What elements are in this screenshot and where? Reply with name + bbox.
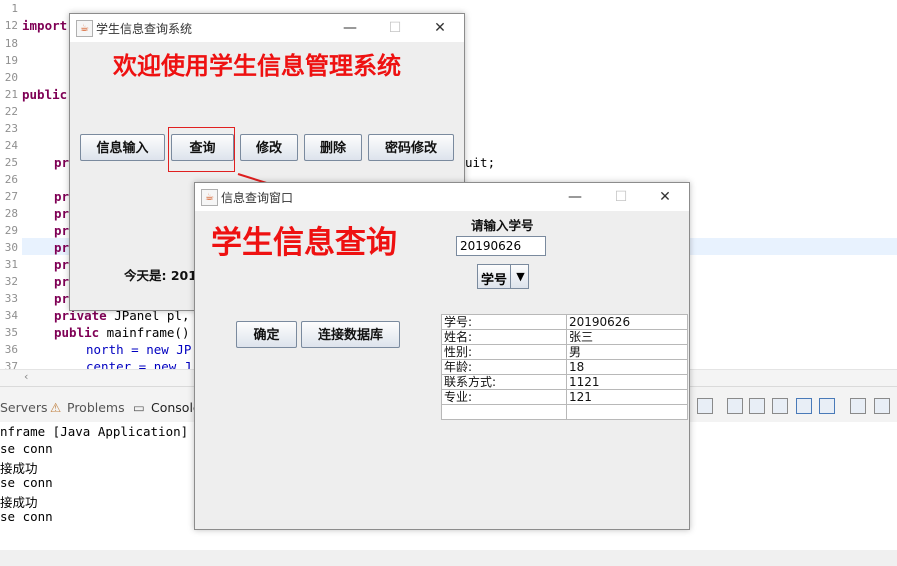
line-number: 30 bbox=[4, 241, 18, 254]
java-icon: ☕ bbox=[76, 20, 93, 37]
info-input-button[interactable]: 信息输入 bbox=[80, 134, 165, 161]
word-wrap-icon[interactable] bbox=[772, 398, 788, 414]
main-window-titlebar[interactable]: ☕ 学生信息查询系统 — ☐ ✕ bbox=[70, 14, 464, 42]
console-line: se conn bbox=[0, 475, 53, 490]
table-cell: 张三 bbox=[566, 329, 688, 345]
table-cell: 18 bbox=[566, 359, 688, 375]
query-window-title: 信息查询窗口 bbox=[221, 191, 294, 205]
show-on-stdout-icon[interactable] bbox=[796, 398, 812, 414]
java-icon: ☕ bbox=[201, 189, 218, 206]
table-cell: 121 bbox=[566, 389, 688, 405]
query-window-titlebar[interactable]: ☕ 信息查询窗口 — ☐ ✕ bbox=[195, 183, 689, 211]
table-cell: 男 bbox=[566, 344, 688, 360]
line-number: 28 bbox=[4, 207, 18, 220]
display-console-icon[interactable] bbox=[874, 398, 890, 414]
maximize-button[interactable]: ☐ bbox=[381, 18, 409, 38]
table-row: 学号: 20190626 bbox=[441, 314, 688, 330]
maximize-button[interactable]: ☐ bbox=[607, 187, 635, 207]
line-number: 19 bbox=[4, 54, 18, 67]
pin-console-icon[interactable] bbox=[850, 398, 866, 414]
console-icon: ▭ bbox=[133, 400, 145, 415]
console-line: se conn bbox=[0, 441, 53, 456]
line-number: 18 bbox=[4, 37, 18, 50]
line-number: 12 bbox=[4, 19, 18, 32]
line-number: 22 bbox=[4, 105, 18, 118]
student-id-prompt: 请输入学号 bbox=[471, 218, 534, 233]
line-number: 23 bbox=[4, 122, 18, 135]
table-cell: 学号: bbox=[441, 314, 567, 330]
console-line: se conn bbox=[0, 509, 53, 524]
table-cell: 姓名: bbox=[441, 329, 567, 345]
line-number: 24 bbox=[4, 139, 18, 152]
tab-problems[interactable]: Problems bbox=[67, 400, 125, 415]
table-row: 性别: 男 bbox=[441, 344, 688, 360]
status-bar bbox=[0, 550, 897, 566]
confirm-button[interactable]: 确定 bbox=[236, 321, 297, 348]
query-window: ☕ 信息查询窗口 — ☐ ✕ 学生信息查询 请输入学号 学号 ▼ 确定 连接数据… bbox=[194, 182, 690, 530]
line-number: 35 bbox=[4, 326, 18, 339]
show-on-stderr-icon[interactable] bbox=[819, 398, 835, 414]
table-row bbox=[441, 404, 688, 420]
tab-servers[interactable]: Servers bbox=[0, 400, 48, 415]
student-info-table: 学号: 20190626 姓名: 张三 性别: 男 年龄: 18 联系方式: 1121 专… bbox=[441, 314, 688, 420]
search-field-select[interactable]: 学号 ▼ bbox=[477, 264, 529, 289]
code-line: public bbox=[22, 87, 68, 102]
code-line: north = new JP bbox=[86, 342, 192, 357]
code-line: import bbox=[22, 18, 68, 33]
table-cell: 年龄: bbox=[441, 359, 567, 375]
line-number: 25 bbox=[4, 156, 18, 169]
line-number: 32 bbox=[4, 275, 18, 288]
code-line: uit; bbox=[465, 155, 496, 170]
table-row: 姓名: 张三 bbox=[441, 329, 688, 345]
connect-database-button[interactable]: 连接数据库 bbox=[301, 321, 400, 348]
close-button[interactable]: ✕ bbox=[426, 18, 454, 38]
modify-button[interactable]: 修改 bbox=[240, 134, 298, 161]
chevron-down-icon[interactable]: ▼ bbox=[510, 265, 530, 288]
table-row: 专业: 121 bbox=[441, 389, 688, 405]
line-number: 29 bbox=[4, 224, 18, 237]
line-number: 33 bbox=[4, 292, 18, 305]
query-heading: 学生信息查询 bbox=[211, 225, 397, 261]
line-number: 1 bbox=[11, 2, 18, 15]
main-window-title: 学生信息查询系统 bbox=[96, 22, 193, 36]
password-change-button[interactable]: 密码修改 bbox=[368, 134, 454, 161]
main-heading: 欢迎使用学生信息管理系统 bbox=[113, 51, 401, 80]
table-row: 联系方式: 1121 bbox=[441, 374, 688, 390]
line-number: 26 bbox=[4, 173, 18, 186]
table-cell: 性别: bbox=[441, 344, 567, 360]
scroll-left-icon[interactable]: ‹ bbox=[24, 370, 28, 383]
scroll-lock-icon[interactable] bbox=[749, 398, 765, 414]
close-button[interactable]: ✕ bbox=[651, 187, 679, 207]
remove-launch-icon[interactable] bbox=[697, 398, 713, 414]
table-cell: 专业: bbox=[441, 389, 567, 405]
line-number: 20 bbox=[4, 71, 18, 84]
minimize-button[interactable]: — bbox=[561, 187, 589, 207]
delete-button[interactable]: 删除 bbox=[304, 134, 362, 161]
clear-console-icon[interactable] bbox=[727, 398, 743, 414]
select-value: 学号 bbox=[481, 273, 508, 288]
line-number: 27 bbox=[4, 190, 18, 203]
table-cell: 联系方式: bbox=[441, 374, 567, 390]
student-id-input[interactable] bbox=[456, 236, 546, 256]
minimize-button[interactable]: — bbox=[336, 18, 364, 38]
table-row: 年龄: 18 bbox=[441, 359, 688, 375]
code-line: public mainframe() bbox=[54, 325, 190, 340]
line-number: 21 bbox=[4, 88, 18, 101]
line-number: 34 bbox=[4, 309, 18, 322]
line-number: 31 bbox=[4, 258, 18, 271]
query-highlight-box bbox=[168, 127, 235, 172]
problems-icon: ⚠ bbox=[50, 400, 62, 415]
table-cell: 20190626 bbox=[566, 314, 688, 330]
line-number: 36 bbox=[4, 343, 18, 356]
table-cell: 1121 bbox=[566, 374, 688, 390]
table-cell bbox=[441, 404, 567, 420]
table-cell bbox=[566, 404, 688, 420]
